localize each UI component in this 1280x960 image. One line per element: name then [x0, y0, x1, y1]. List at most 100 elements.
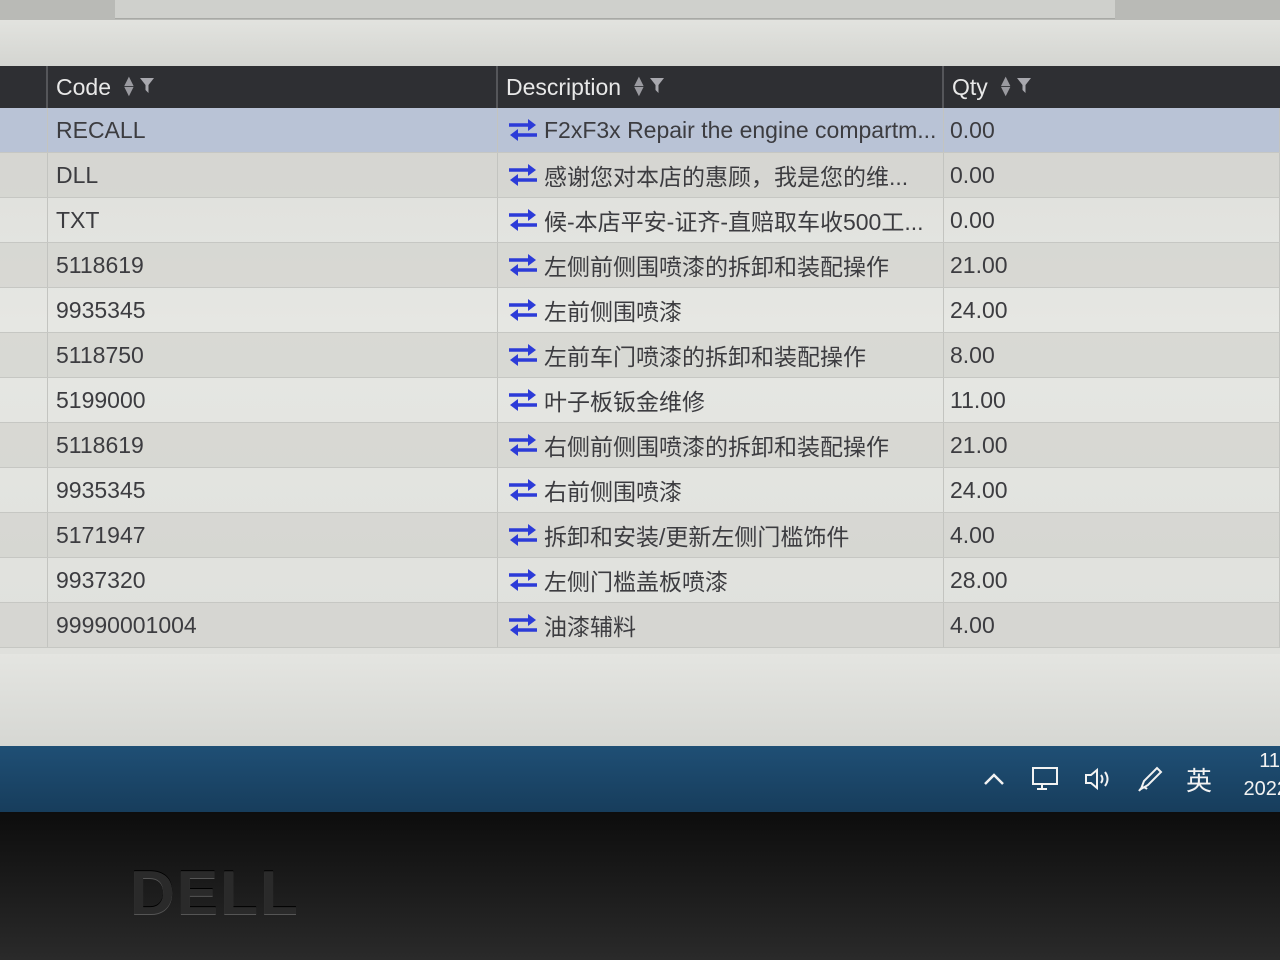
cell-qty[interactable]: 8.00 [944, 333, 1280, 377]
table-row[interactable]: 5118619 左侧前侧围喷漆的拆卸和装配操作 21.00 [0, 243, 1280, 288]
row-indicator[interactable] [0, 288, 48, 332]
cell-description[interactable]: 左侧前侧围喷漆的拆卸和装配操作 [498, 243, 944, 287]
sort-icon[interactable]: ▲ ▼ [121, 74, 137, 100]
filter-icon[interactable] [139, 74, 155, 101]
network-icon[interactable] [1020, 746, 1072, 812]
cell-description[interactable]: 候-本店平安-证齐-直赔取车收500工... [498, 198, 944, 242]
table-row[interactable]: DLL 感谢您对本店的惠顾，我是您的维... 0.00 [0, 153, 1280, 198]
swap-arrows-icon[interactable] [506, 386, 540, 414]
cell-description[interactable]: 拆卸和安装/更新左侧门槛饰件 [498, 513, 944, 557]
clock[interactable]: 11 2022 [1222, 746, 1280, 812]
row-indicator[interactable] [0, 558, 48, 602]
swap-arrows-icon[interactable] [506, 341, 540, 369]
cell-code[interactable]: RECALL [48, 108, 498, 152]
row-indicator[interactable] [0, 378, 48, 422]
column-header-qty[interactable]: Qty ▲ ▼ [944, 66, 1280, 108]
row-indicator[interactable] [0, 243, 48, 287]
cell-code[interactable]: 5199000 [48, 378, 498, 422]
row-indicator[interactable] [0, 513, 48, 557]
cell-description[interactable]: 左前车门喷漆的拆卸和装配操作 [498, 333, 944, 377]
cell-code[interactable]: 5118750 [48, 333, 498, 377]
swap-arrows-icon[interactable] [506, 206, 540, 234]
cell-qty[interactable]: 4.00 [944, 513, 1280, 557]
row-indicator[interactable] [0, 108, 48, 152]
clock-time: 11 [1259, 750, 1280, 772]
table-row[interactable]: 9935345 右前侧围喷漆 24.00 [0, 468, 1280, 513]
swap-arrows-icon[interactable] [506, 566, 540, 594]
cell-description[interactable]: 左前侧围喷漆 [498, 288, 944, 332]
cell-qty[interactable]: 21.00 [944, 243, 1280, 287]
cell-description[interactable]: 左侧门槛盖板喷漆 [498, 558, 944, 602]
swap-arrows-icon[interactable] [506, 116, 540, 144]
row-indicator[interactable] [0, 153, 48, 197]
cell-code-text: 9935345 [56, 296, 146, 323]
cell-qty[interactable]: 28.00 [944, 558, 1280, 602]
swap-arrows-icon[interactable] [506, 161, 540, 189]
cell-qty[interactable]: 24.00 [944, 468, 1280, 512]
swap-arrows-icon[interactable] [506, 296, 540, 324]
cell-description[interactable]: 叶子板钣金维修 [498, 378, 944, 422]
row-indicator[interactable] [0, 603, 48, 647]
swap-arrows-icon[interactable] [506, 431, 540, 459]
swap-arrows-icon[interactable] [506, 251, 540, 279]
cell-qty-text: 28.00 [950, 566, 1008, 593]
cell-description-text: F2xF3x Repair the engine compartm... [544, 116, 937, 143]
table-row[interactable]: 5118619 右侧前侧围喷漆的拆卸和装配操作 21.00 [0, 423, 1280, 468]
ime-indicator[interactable]: 英 [1176, 746, 1222, 812]
row-indicator[interactable] [0, 468, 48, 512]
cell-code[interactable]: 9937320 [48, 558, 498, 602]
cell-qty-text: 24.00 [950, 476, 1008, 503]
cell-code[interactable]: 5118619 [48, 243, 498, 287]
row-indicator[interactable] [0, 333, 48, 377]
sort-icon[interactable]: ▲ ▼ [998, 74, 1014, 100]
table-row[interactable]: RECALL F2xF3x Repair the engine compartm.… [0, 108, 1280, 153]
cell-code-text: TXT [56, 206, 100, 233]
table-row[interactable]: 9935345 左前侧围喷漆 24.00 [0, 288, 1280, 333]
cell-qty[interactable]: 11.00 [944, 378, 1280, 422]
row-indicator[interactable] [0, 423, 48, 467]
table-row[interactable]: 99990001004 油漆辅料 4.00 [0, 603, 1280, 648]
grid-header: Code ▲ ▼ Description ▲ ▼ Qty ▲ ▼ [0, 66, 1280, 108]
row-indicator[interactable] [0, 198, 48, 242]
cell-qty[interactable]: 0.00 [944, 108, 1280, 152]
table-row[interactable]: 5171947 拆卸和安装/更新左侧门槛饰件 4.00 [0, 513, 1280, 558]
cell-code[interactable]: 9935345 [48, 468, 498, 512]
swap-arrows-icon[interactable] [506, 521, 540, 549]
table-row[interactable]: 9937320 左侧门槛盖板喷漆 28.00 [0, 558, 1280, 603]
cell-code-text: 99990001004 [56, 611, 197, 638]
filter-icon[interactable] [649, 74, 665, 101]
cell-code[interactable]: 99990001004 [48, 603, 498, 647]
sort-icon[interactable]: ▲ ▼ [631, 74, 647, 100]
cell-qty-text: 0.00 [950, 161, 995, 188]
cell-description[interactable]: 油漆辅料 [498, 603, 944, 647]
swap-arrows-icon[interactable] [506, 611, 540, 639]
cell-qty[interactable]: 0.00 [944, 153, 1280, 197]
pen-icon[interactable] [1124, 746, 1176, 812]
cell-code[interactable]: 5171947 [48, 513, 498, 557]
table-row[interactable]: 5118750 左前车门喷漆的拆卸和装配操作 8.00 [0, 333, 1280, 378]
volume-icon[interactable] [1072, 746, 1124, 812]
chevron-up-icon[interactable] [968, 746, 1020, 812]
cell-description-text: 左侧前侧围喷漆的拆卸和装配操作 [544, 254, 889, 280]
cell-description[interactable]: F2xF3x Repair the engine compartm... [498, 108, 944, 152]
cell-qty[interactable]: 0.00 [944, 198, 1280, 242]
header-spacer [0, 66, 48, 108]
column-header-description[interactable]: Description ▲ ▼ [498, 66, 944, 108]
cell-code[interactable]: DLL [48, 153, 498, 197]
cell-qty[interactable]: 4.00 [944, 603, 1280, 647]
cell-code[interactable]: 5118619 [48, 423, 498, 467]
cell-description[interactable]: 感谢您对本店的惠顾，我是您的维... [498, 153, 944, 197]
cell-qty[interactable]: 21.00 [944, 423, 1280, 467]
grid-empty-area [0, 654, 1280, 746]
cell-qty[interactable]: 24.00 [944, 288, 1280, 332]
cell-code[interactable]: 9935345 [48, 288, 498, 332]
filter-icon[interactable] [1016, 74, 1032, 101]
cell-description[interactable]: 右侧前侧围喷漆的拆卸和装配操作 [498, 423, 944, 467]
swap-arrows-icon[interactable] [506, 476, 540, 504]
column-header-code[interactable]: Code ▲ ▼ [48, 66, 498, 108]
window-tab-edge [115, 0, 1115, 19]
table-row[interactable]: TXT 候-本店平安-证齐-直赔取车收500工... 0.00 [0, 198, 1280, 243]
cell-code[interactable]: TXT [48, 198, 498, 242]
table-row[interactable]: 5199000 叶子板钣金维修 11.00 [0, 378, 1280, 423]
cell-description[interactable]: 右前侧围喷漆 [498, 468, 944, 512]
